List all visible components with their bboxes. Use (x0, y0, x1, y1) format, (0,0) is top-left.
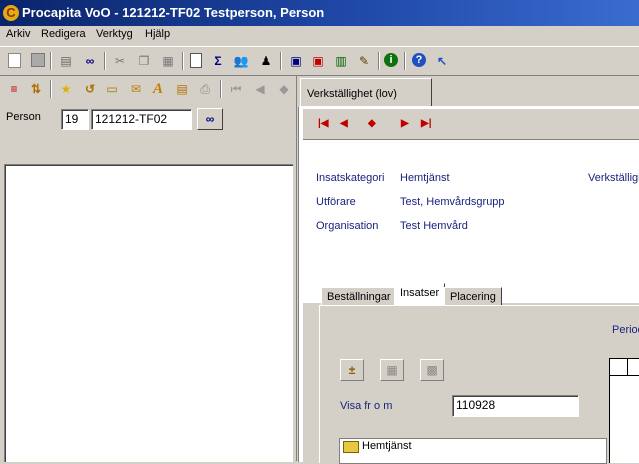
tab-placering[interactable]: Placering (444, 287, 502, 305)
visa-label: Visa fr o m (340, 400, 393, 412)
star-icon[interactable]: ★ (58, 81, 74, 97)
new-doc-icon[interactable] (8, 53, 21, 68)
edit-insats-button[interactable]: ▦ (380, 359, 404, 381)
right-panel: Verkställighet (lov) |◀ ◀ ◆ ▶ ▶| Insatsk… (298, 76, 639, 464)
person-list[interactable] (4, 164, 293, 462)
pointer-help-icon[interactable]: ↖ (434, 53, 450, 69)
person-number-field[interactable]: 19 (61, 109, 89, 130)
note-icon[interactable]: ▤ (174, 81, 190, 97)
content-area: |◀ ◀ ◆ ▶ ▶| Insatskategori Hemtjänst Ver… (298, 106, 639, 464)
utforare-value: Test, Hemvårdsgrupp (400, 196, 505, 208)
add-insats-button[interactable]: ± (340, 359, 364, 381)
record-diamond-icon[interactable]: ◆ (368, 118, 376, 130)
next-record-icon[interactable]: ▶ (401, 118, 409, 130)
form2-icon[interactable]: ▣ (310, 53, 326, 69)
person-id-field[interactable]: 121212-TF02 (91, 109, 192, 130)
visa-date-field[interactable]: 110928 (452, 395, 579, 417)
cut-icon[interactable]: ✂ (112, 53, 128, 69)
period-label: Period (612, 324, 639, 336)
person-label: Person (6, 111, 41, 123)
record-navigation: |◀ ◀ ◆ ▶ ▶| (303, 109, 639, 140)
insats-tree[interactable]: Hemtjänst (339, 438, 607, 464)
diamond-icon[interactable]: ◆ (276, 81, 292, 97)
prev-icon[interactable]: ◀ (252, 81, 268, 97)
insatskategori-label: Insatskategori (316, 172, 385, 184)
print-icon[interactable]: ▤ (58, 53, 74, 69)
last-record-icon[interactable]: ▶| (421, 118, 432, 130)
title-bar: C Procapita VoO - 121212-TF02 Testperson… (0, 0, 639, 26)
menu-bar: Arkiv Redigera Verktyg Hjälp (0, 26, 639, 45)
verkstallighet-label: Verkställighet (588, 172, 639, 184)
monitor-icon[interactable]: ▭ (104, 81, 120, 97)
first-record-icon[interactable]: |◀ (318, 118, 329, 130)
form-icon[interactable]: ▣ (288, 53, 304, 69)
tab-insatser[interactable]: Insatser (394, 283, 446, 305)
info-icon[interactable]: i (384, 53, 398, 67)
insatskategori-value: Hemtjänst (400, 172, 450, 184)
utforare-label: Utförare (316, 196, 356, 208)
paste-icon[interactable]: ▦ (160, 53, 176, 69)
sum-icon[interactable]: Σ (210, 53, 226, 69)
left-panel: ≡ ⇅ ★ ↺ ▭ ✉ A ▤ ⎙ ⏮ ◀ ◆ Person 19 121212… (0, 76, 297, 462)
prev-record-icon[interactable]: ◀ (340, 118, 348, 130)
search-button[interactable]: ∞ (197, 108, 223, 130)
window-title: Procapita VoO - 121212-TF02 Testperson, … (22, 5, 325, 20)
menu-redigera[interactable]: Redigera (41, 28, 86, 40)
organisation-label: Organisation (316, 220, 379, 232)
menu-verktyg[interactable]: Verktyg (96, 28, 133, 40)
app-icon[interactable]: C (3, 5, 19, 21)
edit-icon: ▦ (386, 363, 398, 377)
find-icon[interactable]: ∞ (82, 53, 98, 69)
save-icon[interactable] (31, 53, 45, 67)
add-icon: ± (348, 363, 356, 377)
font-a-icon[interactable]: A (150, 81, 166, 97)
menu-hjalp[interactable]: Hjälp (145, 28, 170, 40)
organisation-value: Test Hemvård (400, 220, 468, 232)
mail-icon[interactable]: ✉ (128, 81, 144, 97)
tree-item-hemtjanst[interactable]: Hemtjänst (362, 440, 412, 452)
left-toolbar: ≡ ⇅ ★ ↺ ▭ ✉ A ▤ ⎙ ⏮ ◀ ◆ (0, 76, 296, 102)
page-icon[interactable] (190, 53, 202, 68)
period-grid (609, 358, 639, 463)
list-red-icon[interactable]: ≡ (6, 81, 22, 97)
help-icon[interactable]: ? (412, 53, 426, 67)
folder-icon (343, 441, 359, 453)
people-icon[interactable]: 👥 (233, 53, 249, 69)
menu-arkiv[interactable]: Arkiv (6, 28, 30, 40)
chart-icon[interactable]: ▥ (333, 53, 349, 69)
sort-icon[interactable]: ⇅ (28, 81, 44, 97)
tab-bestallningar[interactable]: Beställningar (321, 287, 397, 305)
first-icon[interactable]: ⏮ (228, 81, 244, 97)
stamp-icon[interactable]: ⎙ (197, 81, 213, 97)
main-toolbar: ▤ ∞ ✂ ❐ ▦ Σ 👥 ♟ ▣ ▣ ▥ ✎ i ? ↖ (0, 46, 639, 76)
person-icon[interactable]: ♟ (258, 53, 274, 69)
copy-icon[interactable]: ❐ (136, 53, 152, 69)
grid-icon: ▩ (426, 363, 438, 377)
wand-icon[interactable]: ✎ (356, 53, 372, 69)
delete-insats-button[interactable]: ▩ (420, 359, 444, 381)
tab-verkstallighet[interactable]: Verkställighet (lov) (300, 78, 432, 106)
undo-icon[interactable]: ↺ (82, 81, 98, 97)
binoculars-icon: ∞ (205, 112, 215, 126)
